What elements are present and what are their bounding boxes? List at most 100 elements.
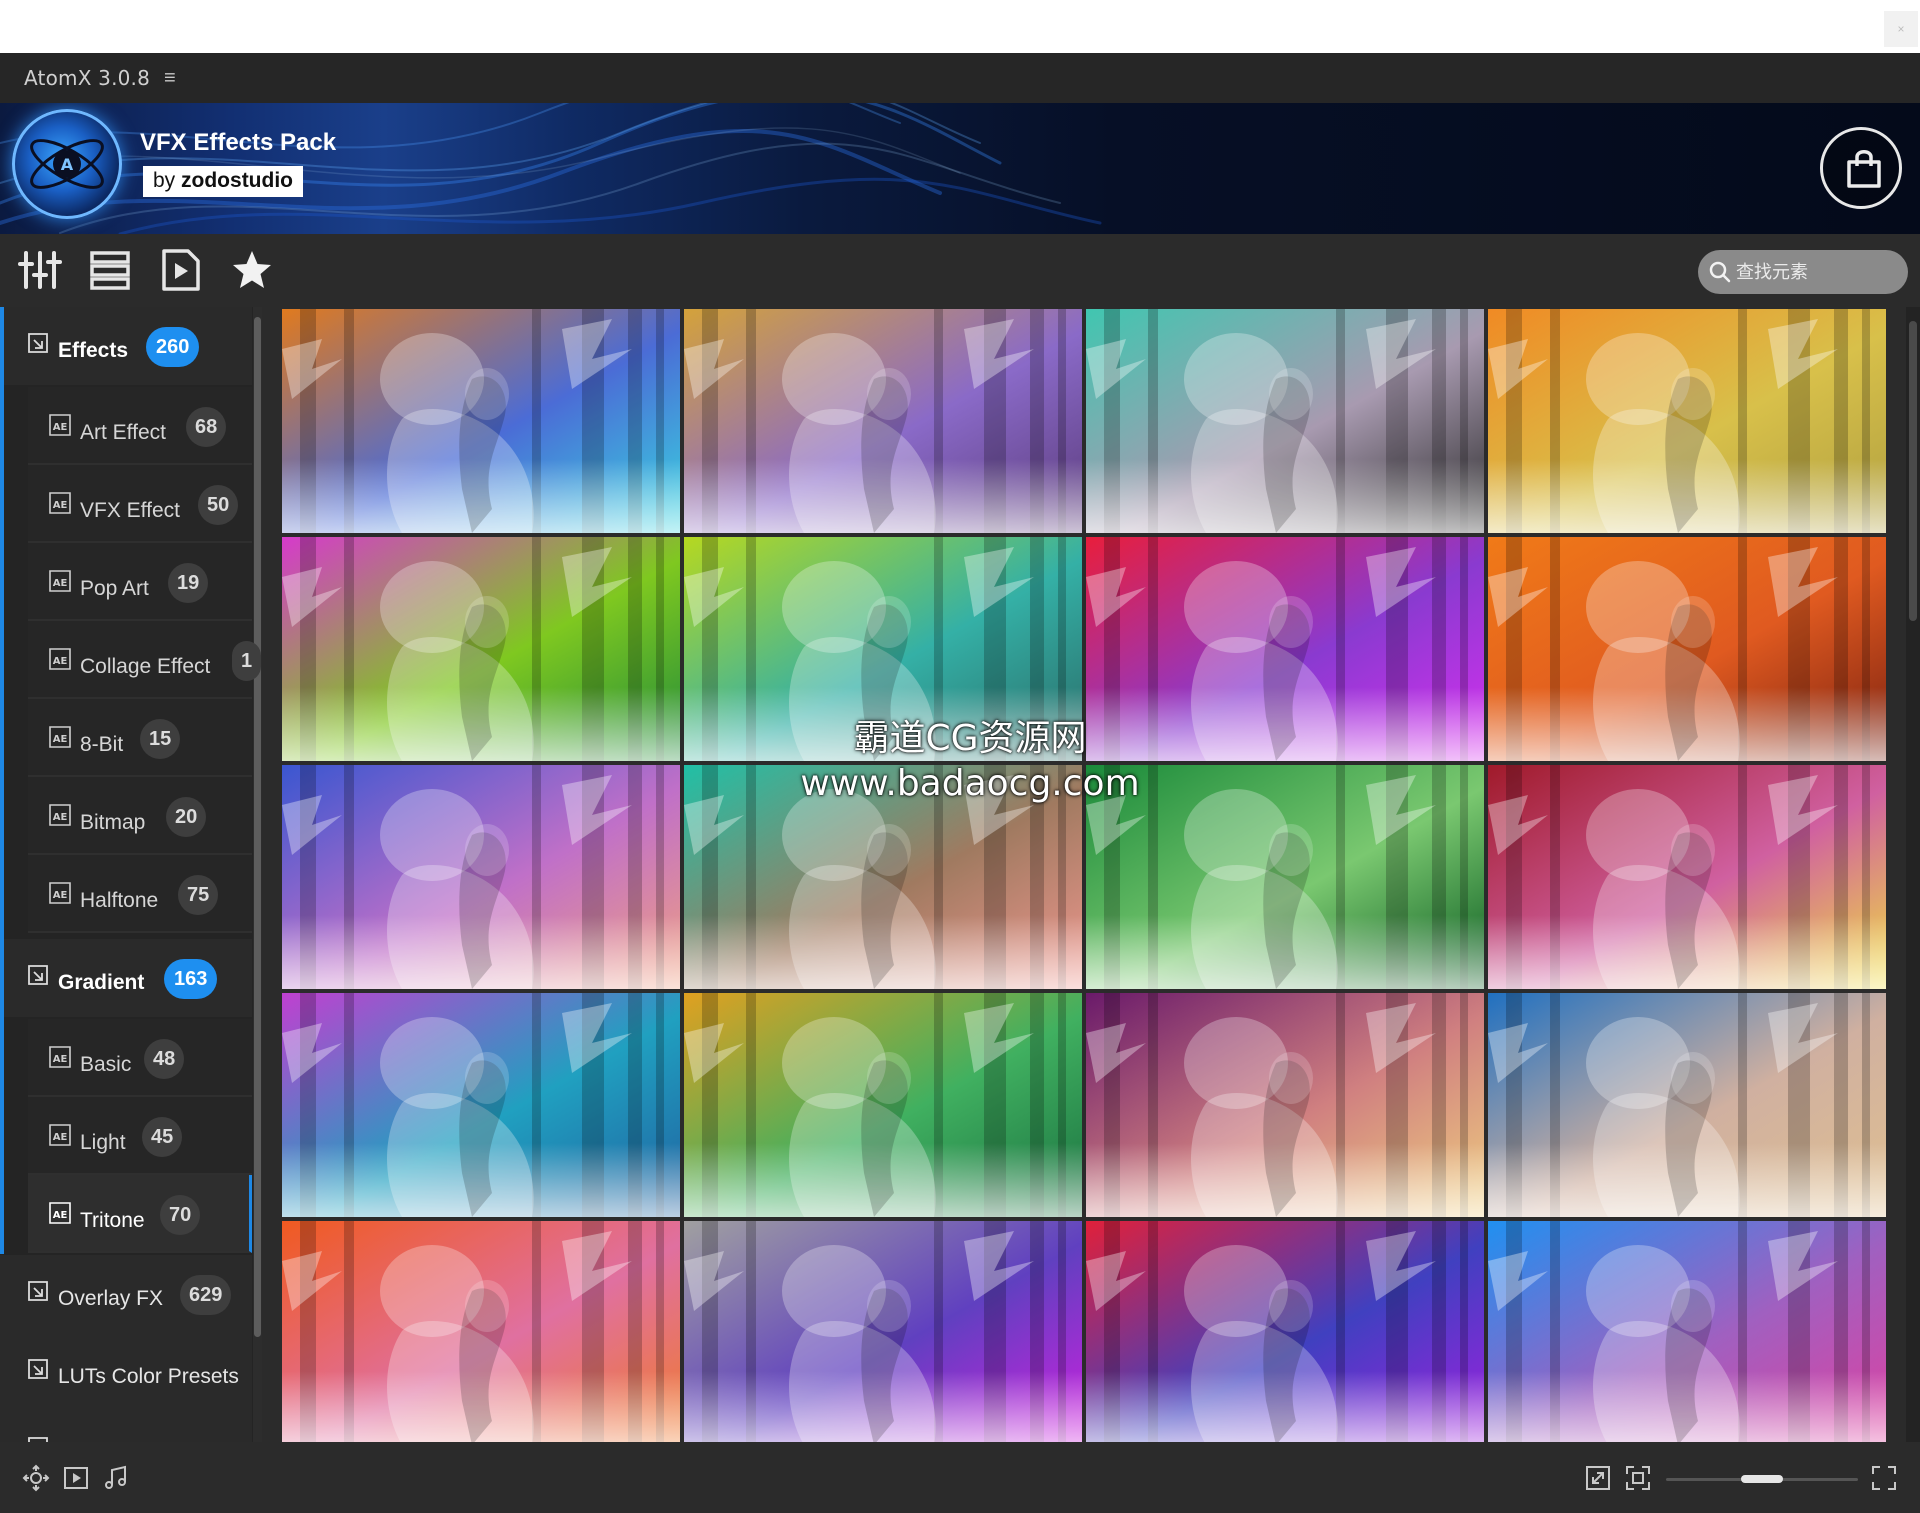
count-badge: 19 [168, 563, 209, 603]
move-icon[interactable] [22, 1464, 50, 1497]
category-label: Effects [58, 339, 129, 362]
sub-label: Pop Art [80, 577, 149, 600]
sidebar-scrollbar[interactable] [254, 317, 261, 1337]
category-sidebar: Effects 260 AE Art Effect 68 AE VFX Effe… [0, 307, 262, 1442]
category-effects[interactable]: Effects 260 [0, 307, 252, 385]
effect-thumbnail[interactable] [684, 993, 1082, 1217]
count-badge: 1 [232, 641, 262, 681]
sub-tritone[interactable]: AE Tritone 70 [28, 1175, 252, 1253]
zoom-slider-knob[interactable] [1741, 1475, 1783, 1483]
sliders-icon[interactable] [18, 248, 62, 292]
svg-text:AE: AE [53, 1132, 68, 1143]
hamburger-icon[interactable]: ≡ [164, 67, 176, 90]
svg-text:AE: AE [53, 1054, 68, 1065]
zoom-slider[interactable] [1666, 1475, 1858, 1483]
svg-text:AE: AE [53, 812, 68, 823]
fullscreen-icon[interactable] [1870, 1464, 1898, 1497]
effect-thumbnail[interactable] [684, 765, 1082, 989]
ae-file-icon: AE [49, 1124, 71, 1146]
ae-file-icon: AE [49, 648, 71, 670]
count-badge: 45 [142, 1117, 183, 1157]
ae-file-icon: AE [49, 570, 71, 592]
count-badge: 75 [178, 875, 219, 915]
sub-8-bit[interactable]: AE 8-Bit 15 [28, 699, 252, 777]
category-label: Overlay FX [58, 1287, 164, 1310]
panel-titlebar: AtomX 3.0.8 ≡ [0, 53, 1920, 103]
sub-art-effect[interactable]: AE Art Effect 68 [28, 387, 252, 465]
effect-thumbnail[interactable] [684, 1221, 1082, 1442]
video-file-icon[interactable] [158, 248, 202, 292]
effects-rail [0, 307, 4, 939]
count-badge: 20 [166, 797, 207, 837]
sub-label: Basic [80, 1053, 132, 1076]
search-box[interactable] [1698, 250, 1908, 294]
grid-scrollbar-track[interactable] [1906, 307, 1920, 1442]
grid-scrollbar[interactable] [1909, 321, 1917, 621]
ae-file-icon: AE [49, 882, 71, 904]
folder-icon [28, 1359, 48, 1379]
ae-file-icon: AE [49, 1046, 71, 1068]
shop-button[interactable] [1820, 127, 1902, 209]
resize-icon[interactable] [1584, 1464, 1612, 1497]
sub-label: Light [80, 1131, 126, 1154]
close-button[interactable]: × [1884, 11, 1918, 47]
category-overlay-fx[interactable]: Overlay FX 629 [0, 1255, 252, 1333]
fit-icon[interactable] [1624, 1464, 1652, 1497]
count-badge: 15 [140, 719, 181, 759]
sub-label: Collage Effect [80, 655, 211, 678]
svg-text:AE: AE [53, 578, 68, 589]
effect-thumbnail[interactable] [1086, 993, 1484, 1217]
effect-thumbnail[interactable] [282, 537, 680, 761]
sub-vfx-effect[interactable]: AE VFX Effect 50 [28, 465, 252, 543]
sub-pop-art[interactable]: AE Pop Art 19 [28, 543, 252, 621]
effect-thumbnail[interactable] [1086, 765, 1484, 989]
effect-thumbnail[interactable] [282, 1221, 680, 1442]
svg-text:AE: AE [53, 500, 68, 511]
music-icon[interactable] [102, 1464, 130, 1497]
preview-grid [282, 309, 1890, 1442]
folder-icon [28, 333, 48, 353]
effect-thumbnail[interactable] [282, 765, 680, 989]
star-icon[interactable] [230, 248, 274, 292]
search-icon [1709, 261, 1731, 283]
ae-file-icon: AE [49, 492, 71, 514]
shopping-bag-icon [1847, 150, 1881, 188]
search-input[interactable] [1736, 258, 1896, 286]
main-toolbar [0, 234, 1920, 307]
sub-label: Bitmap [80, 811, 146, 834]
category-luts[interactable]: LUTs Color Presets [0, 1333, 252, 1411]
category-more[interactable] [0, 1411, 252, 1442]
svg-text:AE: AE [53, 890, 68, 901]
effect-thumbnail[interactable] [1488, 993, 1886, 1217]
effect-thumbnail[interactable] [1488, 309, 1886, 533]
effect-thumbnail[interactable] [1488, 765, 1886, 989]
effect-thumbnail[interactable] [684, 309, 1082, 533]
sub-label: 8-Bit [80, 733, 124, 756]
sub-bitmap[interactable]: AE Bitmap 20 [28, 777, 252, 855]
list-icon[interactable] [88, 248, 132, 292]
svg-text:AE: AE [53, 1210, 68, 1221]
effect-thumbnail[interactable] [1086, 1221, 1484, 1442]
effect-thumbnail[interactable] [282, 993, 680, 1217]
ae-file-icon: AE [49, 726, 71, 748]
panel-title: AtomX 3.0.8 [24, 66, 151, 90]
effect-thumbnail[interactable] [1488, 1221, 1886, 1442]
sub-basic[interactable]: AE Basic 48 [28, 1019, 252, 1097]
count-badge: 163 [164, 959, 218, 999]
effect-thumbnail[interactable] [1488, 537, 1886, 761]
author-prefix: by [153, 169, 176, 192]
effect-thumbnail[interactable] [1086, 309, 1484, 533]
count-badge: 68 [186, 407, 227, 447]
effect-thumbnail[interactable] [1086, 537, 1484, 761]
effect-thumbnail[interactable] [684, 537, 1082, 761]
sub-light[interactable]: AE Light 45 [28, 1097, 252, 1175]
atomx-logo: A [12, 109, 122, 219]
play-icon[interactable] [62, 1464, 90, 1497]
ae-file-icon: AE [49, 1202, 71, 1224]
pack-title: VFX Effects Pack [140, 129, 337, 156]
category-gradient[interactable]: Gradient 163 [0, 939, 252, 1017]
effect-thumbnail[interactable] [282, 309, 680, 533]
sub-collage-effect[interactable]: AE Collage Effect 1 [28, 621, 262, 699]
sub-halftone[interactable]: AE Halftone 75 [28, 855, 252, 933]
pack-author[interactable]: by zodostudio [143, 166, 304, 197]
